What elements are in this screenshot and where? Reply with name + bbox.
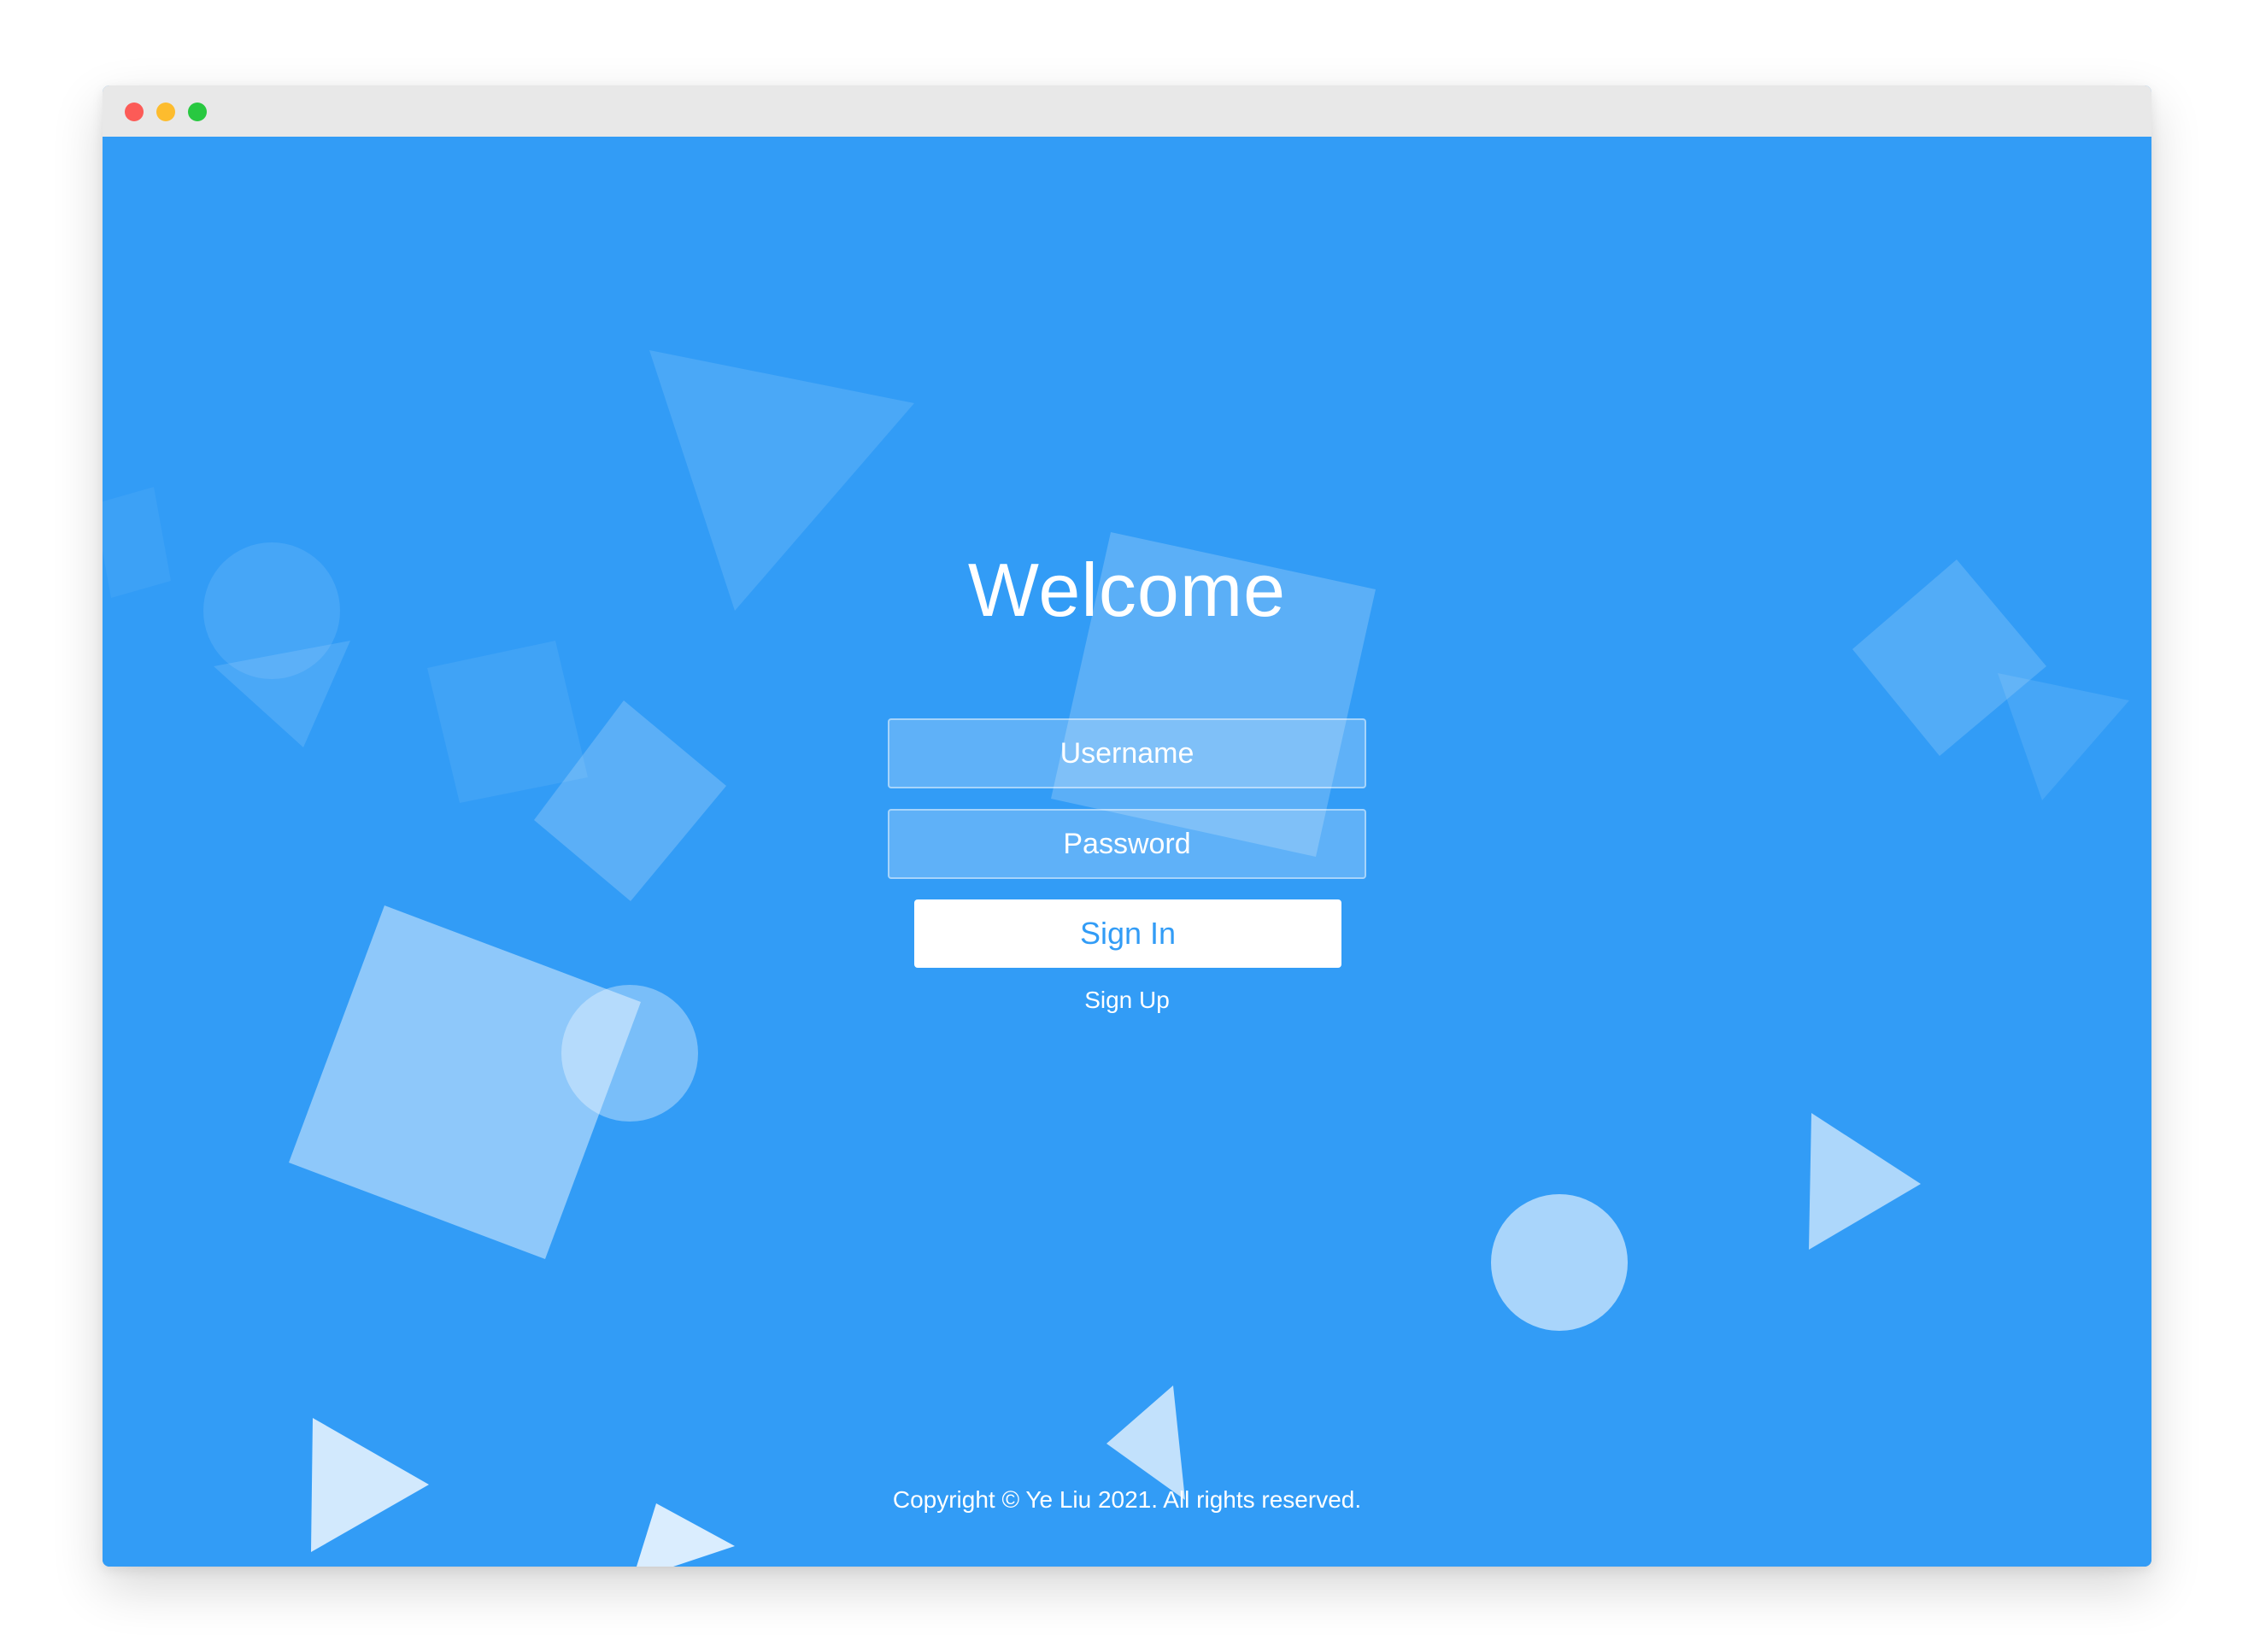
password-input[interactable] [888, 809, 1366, 879]
bg-triangle-shape [311, 1418, 429, 1552]
bg-circle-shape [1491, 1194, 1628, 1331]
copyright-text: Copyright © Ye Liu 2021. All rights rese… [892, 1486, 1362, 1513]
bg-triangle-shape [1998, 673, 2129, 800]
bg-square-shape [427, 641, 588, 803]
close-window-button[interactable] [125, 103, 144, 121]
minimize-window-button[interactable] [156, 103, 175, 121]
bg-triangle-shape [1809, 1113, 1921, 1250]
sign-in-button[interactable]: Sign In [914, 899, 1341, 968]
maximize-window-button[interactable] [188, 103, 207, 121]
username-input[interactable] [888, 718, 1366, 788]
login-page: Welcome Sign In Sign Up Copyright © Ye L… [103, 137, 2151, 1567]
bg-triangle-shape [1106, 1385, 1185, 1500]
browser-window: Welcome Sign In Sign Up Copyright © Ye L… [103, 85, 2151, 1567]
welcome-heading: Welcome [967, 548, 1287, 632]
window-titlebar [103, 85, 2151, 137]
sign-up-link[interactable]: Sign Up [103, 987, 2151, 1014]
